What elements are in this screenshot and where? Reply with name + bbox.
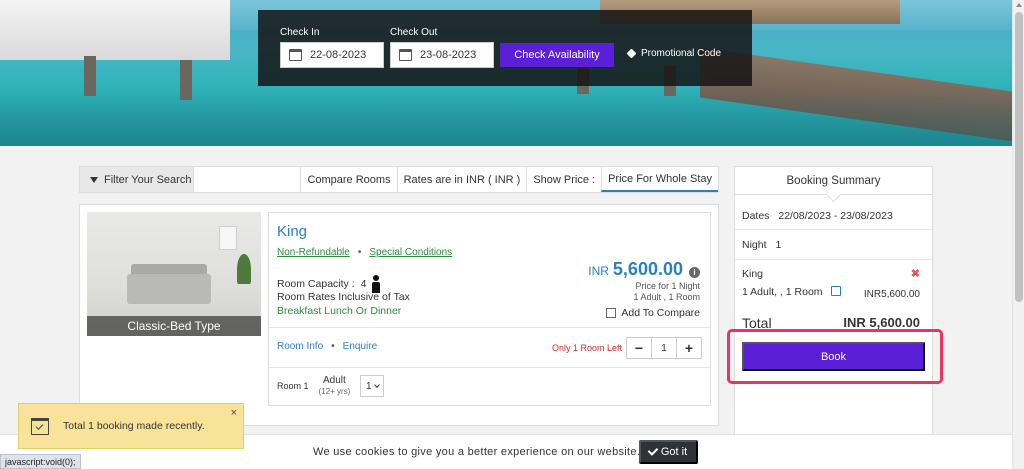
room-image[interactable]: Classic-Bed Type (87, 212, 261, 336)
summary-room-guests-text: 1 Adult, , 1 Room (742, 286, 823, 298)
summary-dates-label: Dates (742, 210, 770, 222)
room-image-plant (237, 254, 251, 284)
add-to-compare-label: Add To Compare (621, 307, 700, 319)
summary-room-price: INR5,600.00 (863, 289, 920, 300)
toast-message: Total 1 booking made recently. (63, 420, 205, 432)
rates-currency-label: Rates are in INR ( INR ) (396, 167, 527, 192)
detail-divider (269, 367, 710, 368)
summary-room-name: King (742, 268, 764, 280)
room-quantity-stepper[interactable]: − 1 + (626, 337, 702, 359)
policy-separator: • (357, 247, 362, 258)
summary-room-guests: 1 Adult, , 1 Room (742, 286, 842, 298)
room-occupancy-row: Room 1 Adult (12+ yrs) 1 (277, 375, 385, 397)
check-availability-button[interactable]: Check Availability (500, 43, 614, 67)
cookie-accept-label: Got it (660, 446, 688, 458)
price-currency: INR (588, 264, 609, 278)
room-image-sofa (127, 274, 211, 304)
hero-water (0, 90, 1012, 146)
room-line-label: Room 1 (277, 381, 309, 391)
room-capacity-value: 4 (360, 278, 367, 290)
show-price-label: Show Price : (526, 167, 601, 192)
check-icon (647, 445, 659, 456)
booking-summary-title: Booking Summary (735, 167, 932, 195)
summary-divider (735, 229, 932, 230)
compare-rooms-button[interactable]: Compare Rooms (300, 167, 396, 192)
room-image-frame (219, 226, 237, 250)
summary-night-value: 1 (775, 239, 782, 251)
cookie-message: We use cookies to give you a better expe… (313, 446, 641, 458)
tag-icon (626, 48, 637, 59)
summary-dates-value: 22/08/2023 - 23/08/2023 (778, 210, 893, 222)
price-value: 5,600.00 (612, 259, 683, 279)
enquire-link[interactable]: Enquire (343, 341, 377, 352)
summary-dates: Dates 22/08/2023 - 23/08/2023 (742, 210, 893, 222)
summary-night-label: Night (742, 239, 767, 251)
hero-villa (0, 0, 230, 60)
room-price: INR 5,600.00 i (588, 259, 700, 280)
scroll-thumb[interactable] (1015, 12, 1023, 302)
calendar-check-icon (31, 417, 49, 435)
filter-spacer (194, 167, 300, 192)
summary-divider (735, 259, 932, 260)
check-out-label: Check Out (390, 27, 438, 38)
edit-icon[interactable] (831, 286, 842, 296)
room-detail-panel: King Non-Refundable • Special Conditions… (268, 212, 711, 406)
detail-divider (269, 327, 710, 328)
room-image-caption: Classic-Bed Type (87, 316, 261, 336)
adult-sub-label: (12+ yrs) (318, 387, 351, 396)
decrease-button[interactable]: − (627, 338, 651, 358)
calendar-icon (289, 49, 302, 61)
promo-code-label: Promotional Code (641, 48, 722, 59)
room-info-link[interactable]: Room Info (277, 341, 323, 352)
room-capacity-label: Room Capacity : (277, 278, 355, 290)
browser-status-bar: javascript:void(0); (0, 454, 81, 469)
increase-button[interactable]: + (677, 338, 701, 358)
check-out-value: 23-08-2023 (420, 49, 477, 61)
meals-note: Breakfast Lunch Or Dinner (277, 305, 402, 317)
room-card: Classic-Bed Type King Non-Refundable • S… (79, 204, 719, 426)
booking-summary: Booking Summary Dates 22/08/2023 - 23/08… (734, 166, 933, 436)
close-icon[interactable]: × (231, 407, 237, 419)
summary-night: Night 1 (742, 239, 781, 251)
add-to-compare-checkbox[interactable] (606, 308, 617, 318)
adult-label-block: Adult (12+ yrs) (319, 375, 351, 397)
summary-total-value: INR 5,600.00 (843, 315, 920, 330)
funnel-icon (90, 176, 98, 183)
room-policies: Non-Refundable • Special Conditions (277, 247, 452, 258)
info-icon[interactable]: i (689, 267, 700, 278)
filter-search-button[interactable]: Filter Your Search (80, 167, 194, 192)
price-note-guests: 1 Adult , 1 Room (633, 292, 700, 302)
check-out-input[interactable]: 23-08-2023 (390, 42, 494, 68)
check-in-value: 22-08-2023 (310, 49, 367, 61)
recent-booking-toast: Total 1 booking made recently. × (18, 403, 244, 449)
filter-search-label: Filter Your Search (104, 173, 192, 186)
availability-search-panel: Check In 22-08-2023 Check Out 23-08-2023… (258, 10, 752, 86)
quantity-value[interactable]: 1 (651, 338, 677, 358)
price-note-nights: Price for 1 Night (635, 281, 700, 291)
adult-count-value: 1 (366, 380, 372, 392)
link-separator: • (331, 341, 335, 352)
calendar-icon (399, 49, 412, 61)
check-in-label: Check In (280, 27, 320, 38)
rooms-left-badge: Only 1 Room Left (551, 343, 622, 353)
adult-count-select[interactable]: 1 (360, 375, 385, 397)
room-name: King (277, 223, 308, 240)
room-links: Room Info • Enquire (277, 341, 377, 352)
hero-banner: Check In 22-08-2023 Check Out 23-08-2023… (0, 0, 1012, 146)
adult-label: Adult (323, 375, 346, 386)
non-refundable-link[interactable]: Non-Refundable (277, 247, 350, 258)
scroll-up-arrow-icon[interactable] (1016, 3, 1022, 7)
book-button[interactable]: Book (742, 342, 925, 371)
check-in-input[interactable]: 22-08-2023 (280, 42, 384, 68)
page-scrollbar[interactable] (1012, 0, 1024, 469)
show-price-select[interactable]: Price For Whole Stay (601, 167, 718, 192)
rates-tax-note: Room Rates Inclusive of Tax (277, 291, 410, 303)
special-conditions-link[interactable]: Special Conditions (369, 247, 452, 258)
chevron-down-icon (373, 382, 380, 388)
add-to-compare[interactable]: Add To Compare (606, 307, 700, 319)
promo-code-link[interactable]: Promotional Code (626, 48, 722, 59)
remove-room-icon[interactable]: ✖ (911, 267, 920, 280)
cookie-accept-button[interactable]: Got it (639, 440, 698, 464)
filter-bar: Filter Your Search Compare Rooms Rates a… (79, 166, 719, 193)
